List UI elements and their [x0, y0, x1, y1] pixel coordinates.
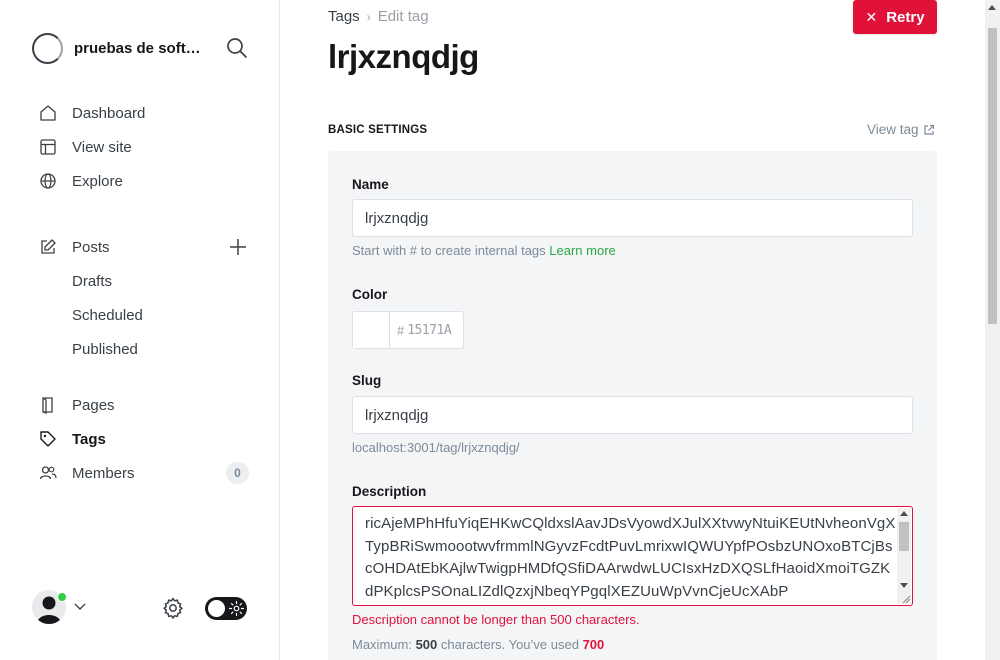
slug-url: localhost:3001/tag/lrjxznqdjg/ — [352, 440, 520, 455]
globe-icon — [38, 171, 58, 191]
tag-icon — [38, 429, 58, 449]
character-counter: Maximum: 500 characters. You’ve used 700 — [352, 637, 604, 652]
description-label: Description — [352, 484, 427, 499]
sidebar: pruebas de soft… Dashboard View site Exp… — [0, 0, 280, 660]
breadcrumb-tags-link[interactable]: Tags — [328, 8, 360, 25]
layout-icon — [38, 137, 58, 157]
description-value: ricAjeMPhHfuYiqEHKwCQldxslAavJDsVyowdXJu… — [365, 515, 896, 600]
name-label: Name — [352, 177, 389, 192]
sidebar-item-posts[interactable]: Posts — [32, 230, 262, 264]
page-scrollbar[interactable] — [985, 0, 1000, 660]
breadcrumb-current: Edit tag — [377, 8, 429, 25]
external-link-icon — [923, 124, 934, 135]
sidebar-item-label: Members — [72, 464, 135, 482]
sidebar-item-tags[interactable]: Tags — [32, 422, 262, 456]
counter-used: 700 — [582, 637, 605, 652]
sidebar-item-label: View site — [72, 138, 132, 156]
counter-mid: characters. You’ve used — [440, 637, 579, 652]
slug-input[interactable]: lrjxznqdjg — [352, 396, 913, 434]
search-icon[interactable] — [226, 37, 248, 59]
sidebar-item-label: Explore — [72, 172, 123, 190]
retry-label: Retry — [886, 8, 925, 26]
page-icon — [38, 395, 58, 415]
chevron-down-icon[interactable] — [74, 603, 86, 611]
slug-label: Slug — [352, 373, 382, 388]
gear-icon[interactable] — [161, 596, 185, 620]
sidebar-item-view-site[interactable]: View site — [32, 130, 262, 164]
online-status-dot — [57, 592, 67, 602]
toggle-knob — [208, 600, 225, 617]
scrollbar-thumb[interactable] — [899, 522, 909, 551]
sidebar-item-label: Published — [72, 340, 138, 358]
site-name: pruebas de soft… — [74, 39, 201, 57]
close-icon: ✕ — [865, 8, 878, 25]
view-tag-link[interactable]: View tag — [867, 122, 935, 137]
edit-icon — [38, 237, 58, 257]
sidebar-item-drafts[interactable]: Drafts — [32, 264, 262, 298]
posts-nav: Posts Drafts Scheduled Published — [32, 230, 262, 366]
main-content: Tags › Edit tag lrjxznqdjg ✕ Retry BASIC… — [280, 0, 984, 660]
site-logo — [32, 32, 63, 64]
scroll-up-icon[interactable] — [900, 511, 908, 516]
sun-icon — [228, 600, 245, 617]
sidebar-item-label: Dashboard — [72, 104, 146, 122]
breadcrumb-separator-icon: › — [366, 9, 371, 24]
name-hint: Start with # to create internal tags Lea… — [352, 243, 616, 258]
color-field: # 15171A — [352, 311, 464, 349]
sidebar-item-label: Pages — [72, 396, 115, 414]
learn-more-link[interactable]: Learn more — [549, 243, 615, 258]
view-tag-label: View tag — [867, 122, 919, 137]
sidebar-item-label: Tags — [72, 430, 106, 448]
description-error: Description cannot be longer than 500 ch… — [352, 612, 640, 627]
site-brand[interactable]: pruebas de soft… — [32, 32, 201, 64]
counter-max: 500 — [415, 637, 438, 652]
scroll-down-icon[interactable] — [900, 583, 908, 588]
retry-button[interactable]: ✕ Retry — [853, 0, 937, 34]
content-nav: Pages Tags Members 0 — [32, 388, 262, 490]
color-swatch[interactable] — [353, 312, 390, 348]
members-count-badge: 0 — [226, 462, 249, 484]
breadcrumb: Tags › Edit tag — [328, 8, 429, 25]
add-post-icon[interactable] — [228, 237, 248, 257]
basic-settings-panel: Name lrjxznqdjg Start with # to create i… — [328, 151, 937, 660]
members-icon — [38, 463, 58, 483]
textarea-scrollbar[interactable] — [897, 508, 911, 604]
sidebar-item-label: Scheduled — [72, 306, 143, 324]
color-hash: # — [397, 322, 405, 338]
sidebar-item-published[interactable]: Published — [32, 332, 262, 366]
name-input[interactable]: lrjxznqdjg — [352, 199, 913, 237]
sidebar-item-explore[interactable]: Explore — [32, 164, 262, 198]
name-hint-text: Start with # to create internal tags — [352, 243, 546, 258]
sidebar-item-members[interactable]: Members 0 — [32, 456, 262, 490]
color-label: Color — [352, 287, 388, 302]
section-heading: BASIC SETTINGS — [328, 124, 428, 136]
page-scrollbar-thumb[interactable] — [988, 28, 997, 324]
house-icon — [38, 103, 58, 123]
resize-grip-icon[interactable] — [901, 594, 911, 604]
description-textarea[interactable]: ricAjeMPhHfuYiqEHKwCQldxslAavJDsVyowdXJu… — [352, 506, 913, 606]
scroll-up-icon[interactable] — [988, 5, 996, 10]
theme-toggle[interactable] — [205, 597, 247, 620]
color-input[interactable]: 15171A — [407, 323, 451, 338]
sidebar-item-dashboard[interactable]: Dashboard — [32, 96, 262, 130]
sidebar-item-label: Posts — [72, 238, 110, 256]
counter-prefix: Maximum: — [352, 637, 412, 652]
sidebar-item-label: Drafts — [72, 272, 113, 290]
sidebar-item-scheduled[interactable]: Scheduled — [32, 298, 262, 332]
page-title: lrjxznqdjg — [328, 38, 479, 75]
main-nav: Dashboard View site Explore — [32, 96, 262, 198]
sidebar-item-pages[interactable]: Pages — [32, 388, 262, 422]
